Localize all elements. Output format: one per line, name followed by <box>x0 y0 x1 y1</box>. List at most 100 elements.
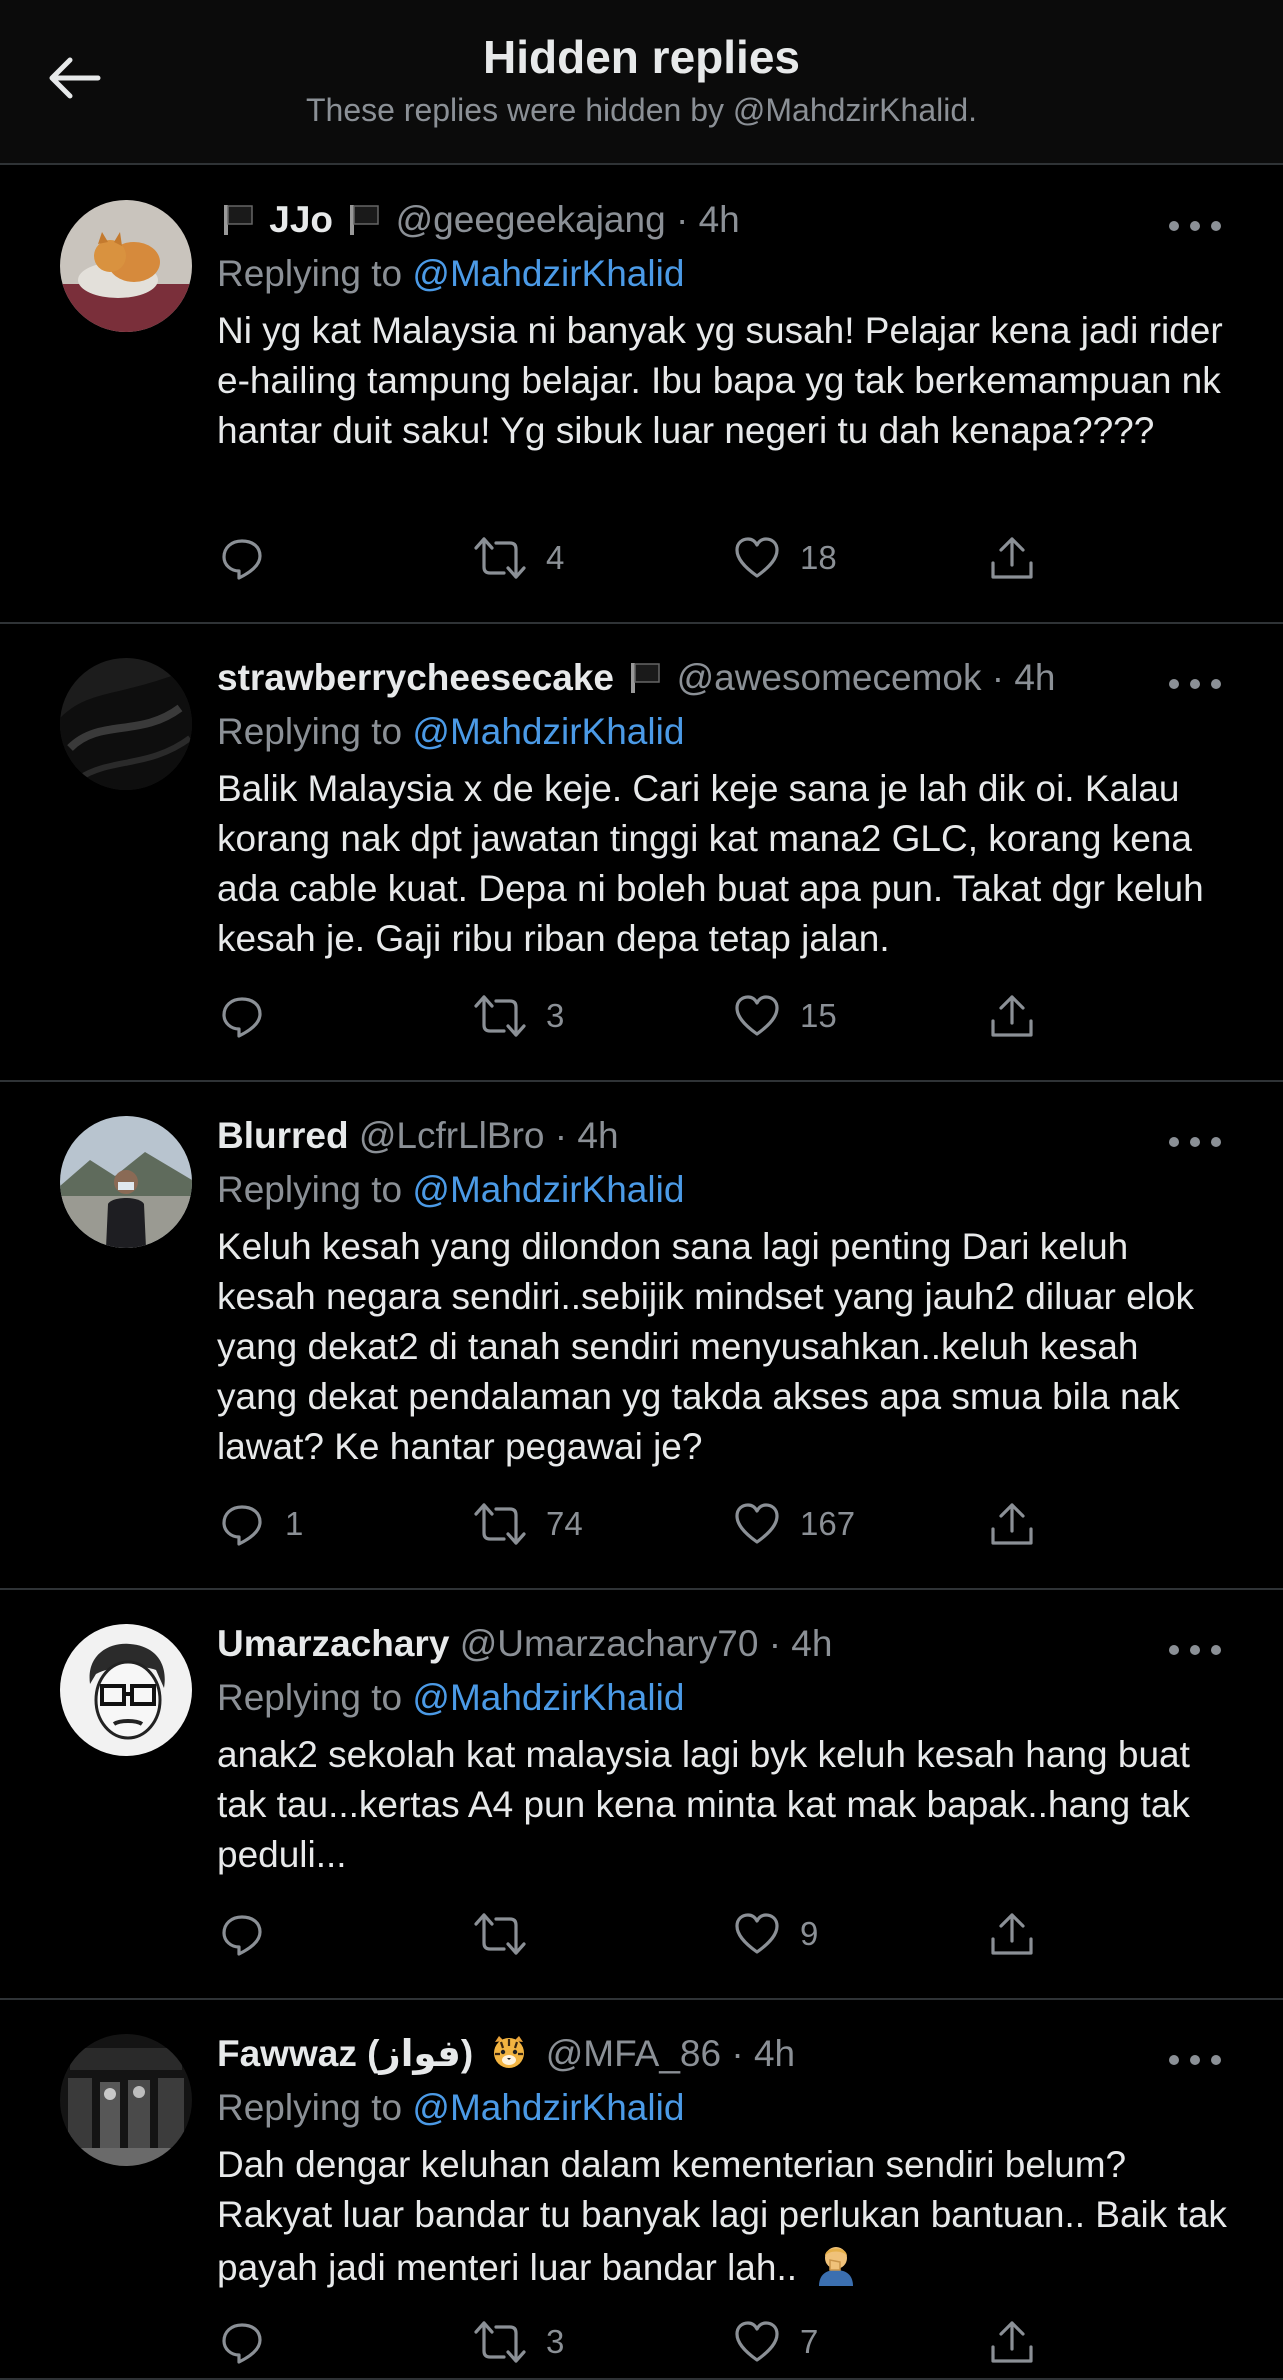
reply-icon <box>222 1915 262 1956</box>
action-bar: 3 7 <box>217 2312 1153 2372</box>
share-button[interactable] <box>987 1494 1037 1554</box>
like-button[interactable]: 18 <box>732 528 837 588</box>
replying-to: Replying to @MahdzirKhalid <box>217 2080 1227 2136</box>
replying-label: Replying to <box>217 2087 403 2128</box>
share-icon <box>991 995 1033 1037</box>
more-options-button[interactable] <box>1169 2050 1221 2070</box>
share-button[interactable] <box>987 1904 1037 1964</box>
share-icon <box>991 1913 1033 1955</box>
page-title: Hidden replies <box>483 31 800 83</box>
black-flag-icon <box>350 205 380 235</box>
separator-dot: · <box>675 199 689 240</box>
reply-button[interactable]: 1 <box>217 1494 303 1554</box>
black-flag-icon <box>224 205 253 235</box>
share-button[interactable] <box>987 528 1037 588</box>
reply-button[interactable] <box>217 528 285 588</box>
reply-button[interactable] <box>217 1904 285 1964</box>
retweet-button[interactable]: 4 <box>472 528 564 588</box>
reply-feed: JJo @geegeekajang · 4h Replying to @Mahd… <box>0 166 1283 2380</box>
display-name[interactable]: strawberrycheesecake <box>217 657 614 698</box>
user-handle[interactable]: @geegeekajang <box>396 199 666 240</box>
avatar[interactable] <box>60 1624 192 1756</box>
timestamp[interactable]: 4h <box>577 1115 618 1156</box>
like-button[interactable]: 9 <box>732 1904 818 1964</box>
mention-link[interactable]: @MahdzirKhalid <box>412 1677 684 1718</box>
display-name[interactable]: JJo <box>269 199 333 240</box>
tweet-text: anak2 sekolah kat malaysia lagi byk kelu… <box>217 1734 1190 1875</box>
replying-label: Replying to <box>217 1169 403 1210</box>
display-name[interactable]: Umarzachary <box>217 1623 449 1664</box>
avatar[interactable] <box>60 1116 192 1248</box>
user-handle[interactable]: @LcfrLlBro <box>359 1115 545 1156</box>
separator-dot: · <box>768 1623 782 1664</box>
share-icon <box>991 1503 1033 1545</box>
page-subtitle: These replies were hidden by @MahdzirKha… <box>305 92 978 128</box>
tweet-text: Balik Malaysia x de keje. Cari keje sana… <box>217 768 1204 959</box>
separator-dot: · <box>991 657 1005 698</box>
timestamp[interactable]: 4h <box>1014 657 1055 698</box>
tweet[interactable]: strawberrycheesecake @awesomecemok · 4h … <box>0 624 1283 1082</box>
avatar[interactable] <box>60 658 192 790</box>
heart-icon <box>735 995 779 1036</box>
like-count: 18 <box>800 539 837 576</box>
more-options-button[interactable] <box>1169 1640 1221 1660</box>
tweet[interactable]: JJo @geegeekajang · 4h Replying to @Mahd… <box>0 166 1283 624</box>
tweet-text: Dah dengar keluhan dalam kementerian sen… <box>217 2140 1227 2293</box>
replying-to: Replying to @MahdzirKhalid <box>217 1162 1227 1218</box>
reply-button[interactable] <box>217 2312 285 2372</box>
user-handle[interactable]: @awesomecemok <box>677 657 982 698</box>
more-options-button[interactable] <box>1169 216 1221 236</box>
tiger-face-emoji-icon <box>494 2036 525 2068</box>
like-button[interactable]: 7 <box>732 2312 818 2372</box>
more-options-button[interactable] <box>1169 674 1221 694</box>
heart-icon <box>735 537 779 578</box>
user-handle[interactable]: @Umarzachary70 <box>460 1623 759 1664</box>
mention-link[interactable]: @MahdzirKhalid <box>412 2087 684 2128</box>
retweet-count: 3 <box>546 2323 565 2360</box>
user-handle[interactable]: @MFA_86 <box>546 2033 721 2074</box>
display-name[interactable]: Blurred <box>217 1115 349 1156</box>
tweet[interactable]: Umarzachary @Umarzachary70 · 4h Replying… <box>0 1590 1283 2000</box>
replying-label: Replying to <box>217 253 403 294</box>
replying-label: Replying to <box>217 711 403 752</box>
reply-button[interactable] <box>217 986 285 1046</box>
share-button[interactable] <box>987 986 1037 1046</box>
heart-icon <box>735 1913 779 1954</box>
like-count: 15 <box>800 997 837 1034</box>
tweet-text-content: Dah dengar keluhan dalam kementerian sen… <box>217 2144 1227 2288</box>
mention-link[interactable]: @MahdzirKhalid <box>412 711 684 752</box>
reply-icon <box>222 997 262 1038</box>
tweet[interactable]: Fawwaz (فواز) @MFA_86 · 4h Replying to @… <box>0 2000 1283 2380</box>
reply-count: 1 <box>285 1505 304 1542</box>
action-bar: 1 74 167 <box>217 1494 1153 1554</box>
retweet-count: 4 <box>546 539 565 576</box>
timestamp[interactable]: 4h <box>791 1623 832 1664</box>
heart-icon <box>735 1503 779 1544</box>
share-button[interactable] <box>987 2312 1037 2372</box>
retweet-icon <box>474 537 526 579</box>
like-count: 9 <box>800 1915 819 1952</box>
reply-icon <box>222 539 262 580</box>
avatar[interactable] <box>60 2034 192 2166</box>
more-options-button[interactable] <box>1169 1132 1221 1152</box>
display-name[interactable]: Fawwaz (فواز) <box>217 2033 473 2074</box>
mention-link[interactable]: @MahdzirKhalid <box>412 253 684 294</box>
action-bar: 9 <box>217 1904 1153 1964</box>
tweet-text: Keluh kesah yang dilondon sana lagi pent… <box>217 1226 1194 1467</box>
tweet[interactable]: Blurred @LcfrLlBro · 4h Replying to @Mah… <box>0 1082 1283 1590</box>
share-icon <box>991 2321 1033 2363</box>
reply-icon <box>222 1505 262 1546</box>
mention-link[interactable]: @MahdzirKhalid <box>412 1169 684 1210</box>
timestamp[interactable]: 4h <box>754 2033 795 2074</box>
retweet-icon <box>474 1913 526 1955</box>
action-bar: 4 18 <box>217 528 1153 588</box>
retweet-button[interactable]: 3 <box>472 2312 564 2372</box>
like-button[interactable]: 167 <box>732 1494 855 1554</box>
like-button[interactable]: 15 <box>732 986 837 1046</box>
timestamp[interactable]: 4h <box>699 199 740 240</box>
avatar[interactable] <box>60 200 192 332</box>
like-count: 7 <box>800 2323 819 2360</box>
retweet-button[interactable]: 3 <box>472 986 564 1046</box>
retweet-button[interactable]: 74 <box>472 1494 583 1554</box>
retweet-button[interactable] <box>472 1904 546 1964</box>
